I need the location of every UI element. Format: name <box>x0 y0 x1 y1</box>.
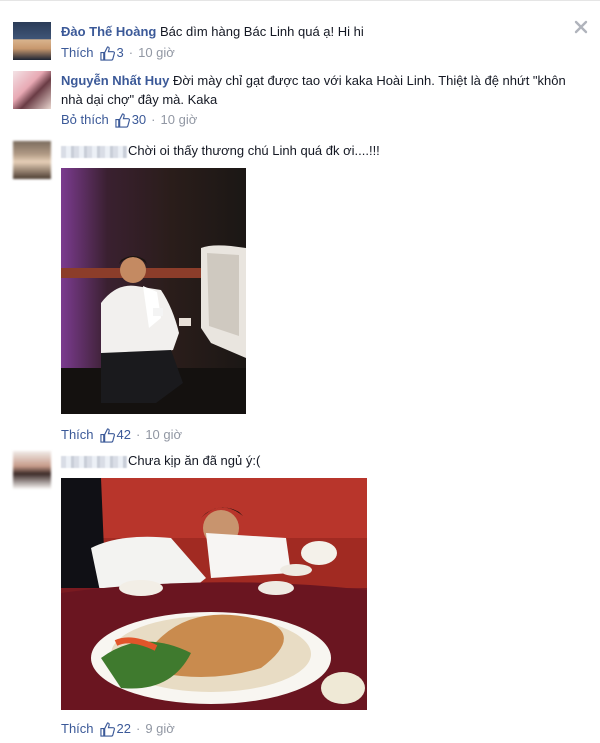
like-link[interactable]: Thích <box>61 720 94 738</box>
comment-actions: Thích 3 · 10 giờ <box>61 44 572 62</box>
like-count[interactable]: 42 <box>117 426 131 444</box>
comment-item: Đào Thế Hoàng Bác dìm hàng Bác Linh quá … <box>13 22 600 64</box>
thumbs-up-icon <box>115 112 130 128</box>
comment-timestamp[interactable]: 9 giờ <box>145 720 175 738</box>
comment-actions: Bỏ thích 30 · 10 giờ <box>61 111 572 129</box>
comment-author[interactable]: Nguyễn Nhất Huy <box>61 73 169 88</box>
separator-dot: · <box>151 112 156 127</box>
comment-text-line: Đào Thế Hoàng Bác dìm hàng Bác Linh quá … <box>61 22 572 41</box>
avatar[interactable] <box>13 22 51 60</box>
comment-timestamp[interactable]: 10 giờ <box>138 44 175 62</box>
photo-dinner-table-image <box>61 478 367 710</box>
avatar[interactable] <box>13 141 51 179</box>
comment-author[interactable]: Đào Thế Hoàng <box>61 24 156 39</box>
comment-text-line: Chời oi thấy thương chú Linh quá đk ơi..… <box>61 141 572 160</box>
comment-text: Bác dìm hàng Bác Linh quá ạ! Hi hi <box>159 24 364 39</box>
like-link[interactable]: Thích <box>61 426 94 444</box>
comment-timestamp[interactable]: 10 giờ <box>161 111 198 129</box>
comment-body: Chưa kịp ăn đã ngủ ý:(Thích 22 · 9 giờ <box>61 451 572 738</box>
thumbs-up-icon <box>99 45 115 61</box>
separator-dot: · <box>128 45 134 60</box>
comment-photo[interactable] <box>61 478 367 710</box>
comment-text-line: Chưa kịp ăn đã ngủ ý:( <box>61 451 572 470</box>
comment-item: Nguyễn Nhất Huy Đời mày chỉ gạt được tao… <box>13 71 600 131</box>
separator-dot: · <box>135 427 141 442</box>
separator-dot: · <box>135 721 141 736</box>
like-link[interactable]: Thích <box>61 44 94 62</box>
like-count[interactable]: 22 <box>117 720 131 738</box>
avatar[interactable] <box>13 71 51 109</box>
comment-actions: Thích 42 · 10 giờ <box>61 426 572 444</box>
comment-item: Chời oi thấy thương chú Linh quá đk ơi..… <box>13 141 600 446</box>
comment-text: Chưa kịp ăn đã ngủ ý:( <box>128 453 261 468</box>
like-count[interactable]: 30 <box>132 111 146 129</box>
close-icon[interactable] <box>574 20 588 34</box>
thumbs-up-icon <box>99 721 115 737</box>
unlike-link[interactable]: Bỏ thích <box>61 111 109 129</box>
top-divider <box>0 0 600 8</box>
comment-author[interactable] <box>61 145 127 158</box>
comment-text-line: Nguyễn Nhất Huy Đời mày chỉ gạt được tao… <box>61 71 572 109</box>
like-count[interactable]: 3 <box>117 44 124 62</box>
comment-author[interactable] <box>61 455 127 468</box>
comment-body: Nguyễn Nhất Huy Đời mày chỉ gạt được tao… <box>61 71 572 129</box>
comment-actions: Thích 22 · 9 giờ <box>61 720 572 738</box>
comment-item: Chưa kịp ăn đã ngủ ý:(Thích 22 · 9 giờ <box>13 451 600 741</box>
comment-body: Chời oi thấy thương chú Linh quá đk ơi..… <box>61 141 572 444</box>
thumbs-up-icon <box>99 427 115 443</box>
comment-text: Chời oi thấy thương chú Linh quá đk ơi..… <box>128 143 380 158</box>
avatar[interactable] <box>13 451 51 489</box>
comment-body: Đào Thế Hoàng Bác dìm hàng Bác Linh quá … <box>61 22 572 62</box>
photo-man-crouching-image <box>61 168 246 414</box>
comment-photo[interactable] <box>61 168 246 414</box>
comment-timestamp[interactable]: 10 giờ <box>145 426 182 444</box>
